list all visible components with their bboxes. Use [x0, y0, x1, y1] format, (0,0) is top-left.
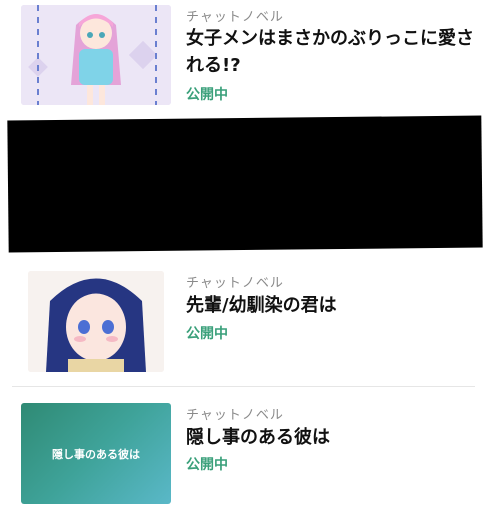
- item-title[interactable]: 隠し事のある彼は: [186, 424, 476, 451]
- category-label: チャットノベル: [186, 408, 284, 423]
- anime-girl-illustration: [28, 271, 164, 372]
- item-title[interactable]: 先輩/幼馴染の君は: [186, 292, 476, 319]
- list-item[interactable]: チャットノベル 女子メンはまさかのぶりっこに愛される!? 公開中: [0, 0, 485, 118]
- thumbnail-image: [28, 271, 164, 372]
- redacted-region: [7, 115, 483, 253]
- divider: [12, 386, 475, 387]
- anime-girl-illustration: [21, 5, 171, 105]
- thumbnail-image: [21, 5, 171, 105]
- thumbnail-title: 隠し事のある彼は: [52, 447, 140, 461]
- status-label: 公開中: [186, 87, 228, 103]
- thumbnail-image: 隠し事のある彼は: [21, 403, 171, 504]
- item-title[interactable]: 女子メンはまさかのぶりっこに愛される!?: [186, 25, 476, 79]
- status-label: 公開中: [186, 457, 228, 473]
- status-label: 公開中: [186, 326, 228, 342]
- category-label: チャットノベル: [186, 10, 284, 25]
- category-label: チャットノベル: [186, 276, 284, 291]
- list-item[interactable]: 隠し事のある彼は チャットノベル 隠し事のある彼は 公開中: [0, 394, 485, 512]
- list-item[interactable]: チャットノベル 先輩/幼馴染の君は 公開中: [0, 262, 485, 382]
